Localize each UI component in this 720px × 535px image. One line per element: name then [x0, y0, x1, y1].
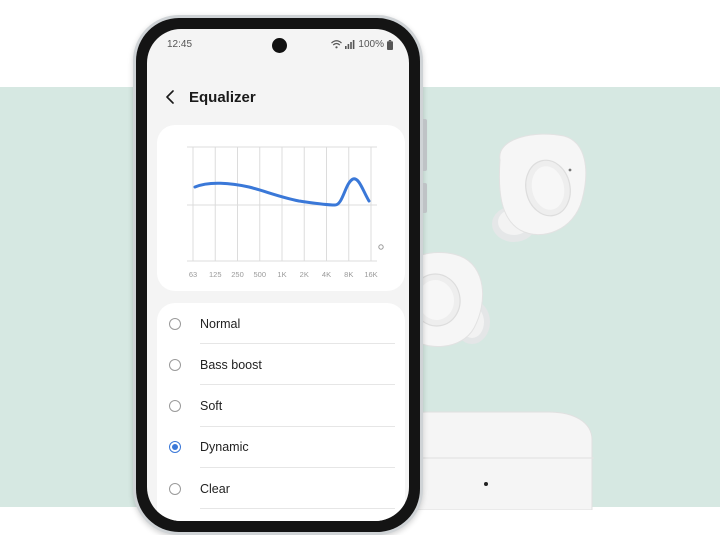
- battery-icon: [387, 39, 393, 50]
- phone-bezel: 12:45 100% Equalizer 63 125 250 500 1K 2…: [136, 18, 420, 532]
- radio-button[interactable]: [169, 400, 181, 413]
- status-icons: 100%: [331, 39, 393, 50]
- eq-frequency-label: 250: [231, 270, 244, 279]
- page-title: Equalizer: [189, 88, 256, 106]
- power-button: [423, 183, 427, 213]
- earbud-right-image: [492, 133, 587, 242]
- preset-option-bass-boost[interactable]: Bass boost: [157, 344, 405, 386]
- eq-frequency-label: 125: [209, 270, 222, 279]
- preset-option-label: Bass boost: [200, 357, 262, 372]
- option-divider: [200, 508, 395, 510]
- phone-screen: 12:45 100% Equalizer 63 125 250 500 1K 2…: [147, 29, 409, 521]
- eq-frequency-label: 2K: [300, 270, 309, 279]
- eq-frequency-label: 63: [189, 270, 197, 279]
- eq-frequency-label: 16K: [364, 270, 377, 279]
- phone-device: 12:45 100% Equalizer 63 125 250 500 1K 2…: [133, 15, 427, 535]
- preset-option-label: Dynamic: [200, 440, 249, 455]
- eq-reset-dot-icon[interactable]: [378, 244, 384, 250]
- eq-frequency-label: 4K: [322, 270, 331, 279]
- status-time: 12:45: [167, 39, 193, 50]
- preset-option-clear[interactable]: Clear: [157, 468, 405, 510]
- eq-frequency-label: 8K: [344, 270, 353, 279]
- app-header: Equalizer: [165, 85, 256, 109]
- preset-options-list: Normal Bass boost Soft Dynamic Clear: [157, 303, 405, 521]
- radio-button[interactable]: [169, 482, 181, 495]
- volume-button: [423, 119, 427, 171]
- front-camera: [272, 38, 287, 53]
- wifi-icon: [331, 40, 343, 49]
- preset-option-label: Clear: [200, 481, 230, 496]
- radio-button[interactable]: [169, 441, 181, 454]
- radio-button[interactable]: [169, 358, 181, 371]
- preset-option-soft[interactable]: Soft: [157, 386, 405, 427]
- equalizer-graph-card[interactable]: 63 125 250 500 1K 2K 4K 8K 16K: [157, 125, 405, 291]
- preset-option-normal[interactable]: Normal: [157, 303, 405, 344]
- signal-icon: [345, 40, 355, 49]
- back-arrow-icon[interactable]: [165, 89, 179, 105]
- battery-percent: 100%: [358, 39, 384, 50]
- radio-button[interactable]: [169, 317, 181, 330]
- eq-frequency-label: 1K: [277, 270, 286, 279]
- eq-frequency-label: 500: [253, 270, 266, 279]
- preset-option-label: Normal: [200, 316, 241, 331]
- preset-option-label: Soft: [200, 399, 223, 414]
- equalizer-graph[interactable]: 63 125 250 500 1K 2K 4K 8K 16K: [157, 125, 405, 291]
- preset-option-dynamic[interactable]: Dynamic: [157, 427, 405, 468]
